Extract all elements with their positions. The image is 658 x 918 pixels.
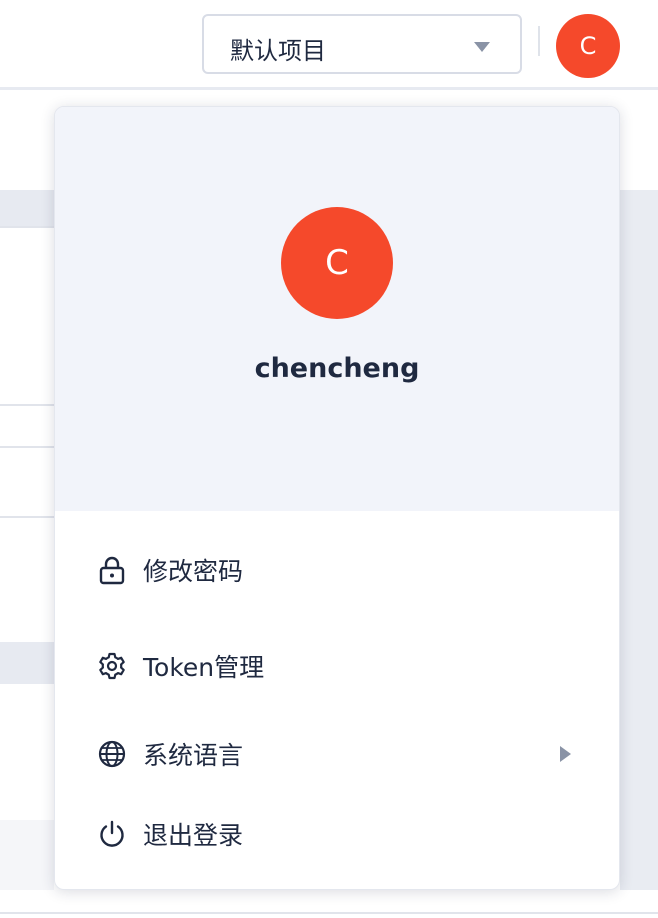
chevron-right-icon bbox=[560, 746, 571, 762]
avatar: C bbox=[281, 207, 393, 319]
bg-table-header bbox=[0, 642, 54, 684]
menu-item-label: Token管理 bbox=[143, 653, 265, 682]
avatar-initial: C bbox=[325, 243, 349, 283]
user-menu-dropdown: C chencheng 修改密码 Token管理 系统语言 退出登录 bbox=[54, 106, 620, 890]
gear-icon bbox=[97, 651, 127, 681]
project-select[interactable]: 默认项目 bbox=[202, 14, 522, 74]
bg-table-header bbox=[0, 190, 54, 226]
avatar-initial: C bbox=[579, 32, 597, 60]
menu-item-change-password[interactable]: 修改密码 bbox=[55, 535, 619, 605]
menu-item-label: 退出登录 bbox=[143, 821, 244, 850]
header-divider bbox=[538, 26, 540, 56]
menu-item-label: 系统语言 bbox=[143, 741, 244, 770]
bg-row-line bbox=[0, 516, 54, 518]
username: chencheng bbox=[254, 353, 420, 384]
bg-row-line bbox=[0, 446, 54, 448]
lock-icon bbox=[97, 555, 127, 585]
project-select-value: 默认项目 bbox=[230, 37, 326, 65]
bg-row bbox=[0, 820, 54, 890]
globe-icon bbox=[97, 739, 127, 769]
menu-item-logout[interactable]: 退出登录 bbox=[55, 799, 619, 869]
bg-right-panel bbox=[620, 190, 658, 890]
bg-row-line bbox=[0, 226, 54, 228]
chevron-down-icon bbox=[474, 42, 490, 52]
user-menu-header: C chencheng bbox=[55, 107, 619, 511]
menu-item-token-management[interactable]: Token管理 bbox=[55, 631, 619, 701]
menu-item-system-language[interactable]: 系统语言 bbox=[55, 719, 619, 789]
user-avatar-button[interactable]: C bbox=[556, 14, 620, 78]
bg-row-line bbox=[0, 912, 658, 914]
bg-row-line bbox=[0, 404, 54, 406]
menu-item-label: 修改密码 bbox=[143, 557, 244, 586]
power-icon bbox=[97, 819, 127, 849]
top-header: 默认项目 C bbox=[0, 0, 658, 90]
